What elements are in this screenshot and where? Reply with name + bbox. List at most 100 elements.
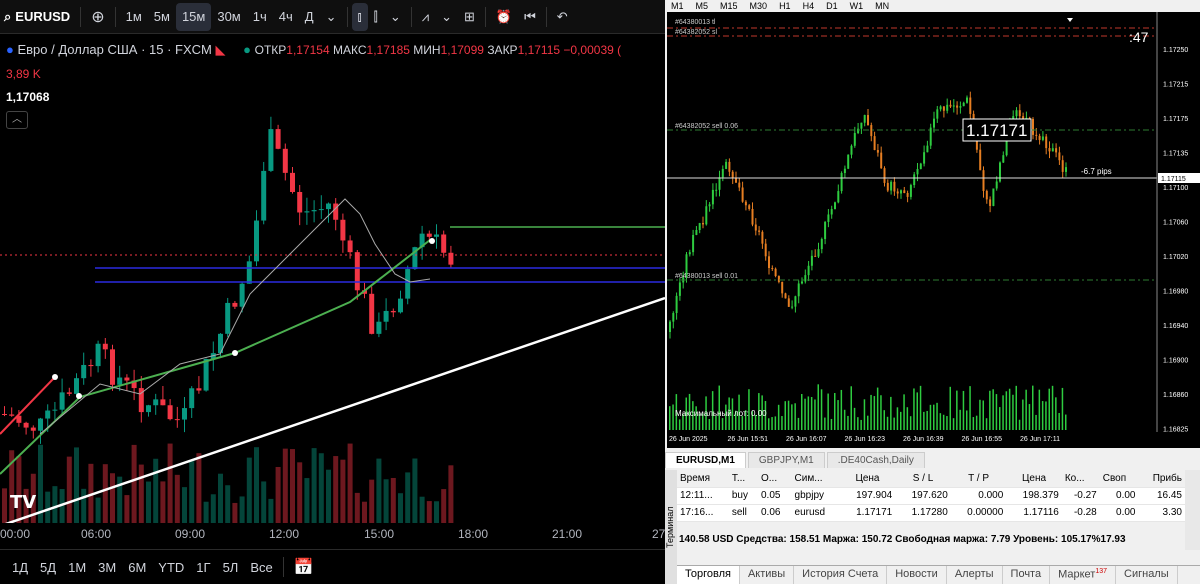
mt-candle-body <box>738 182 741 188</box>
cell-price: 1.17171 <box>839 504 896 522</box>
mt-chart[interactable]: #64380013 tl #64382052 sl #64382052 sell… <box>667 12 1200 448</box>
volume-bar <box>239 496 245 523</box>
symbol-search[interactable]: ⌕ EURUSD <box>0 3 76 31</box>
mt-volume-bar <box>834 393 836 430</box>
volume-bar <box>210 494 216 523</box>
tab-market[interactable]: Маркет137 <box>1050 566 1117 584</box>
col-header[interactable]: Цена <box>1006 470 1062 488</box>
time-tick: 26 Jun 16:55 <box>962 436 1003 443</box>
chart-tab-de40[interactable]: .DE40Cash,Daily <box>826 452 925 468</box>
col-header[interactable]: Прибь <box>1138 470 1185 488</box>
mt-volume-bar <box>1045 401 1047 430</box>
table-row[interactable]: 17:16... sell 0.06 eurusd 1.17171 1.1728… <box>677 504 1185 522</box>
tab-history[interactable]: История Счета <box>794 566 888 584</box>
mt-chart-svg[interactable]: #64380013 tl #64382052 sl #64382052 sell… <box>667 12 1200 448</box>
trend-point[interactable] <box>232 350 238 356</box>
tv-candle-chart[interactable] <box>0 34 665 523</box>
col-header[interactable]: О... <box>757 470 792 488</box>
mt-volume-bar <box>777 404 780 430</box>
alert-icon[interactable]: ⏰ <box>490 3 518 31</box>
col-header[interactable]: Своп <box>1099 470 1139 488</box>
tab-assets[interactable]: Активы <box>740 566 795 584</box>
col-header[interactable]: Время <box>677 470 729 488</box>
bars-icon[interactable]: ⫿ <box>368 3 384 31</box>
interval-4h[interactable]: 4ч <box>273 3 299 31</box>
col-header[interactable]: Сим... <box>791 470 840 488</box>
tf-w1[interactable]: W1 <box>850 1 864 11</box>
shift-marker-icon[interactable] <box>1067 18 1073 22</box>
trend-point[interactable] <box>52 374 58 380</box>
mt-candle-body <box>728 161 731 172</box>
tf-m15[interactable]: M15 <box>720 1 738 11</box>
candle-body <box>59 392 65 410</box>
chart-tab-gbpjpy[interactable]: GBPJPY,M1 <box>747 452 825 468</box>
add-symbol-icon[interactable]: ⊕ <box>85 3 110 31</box>
col-header[interactable]: Цена <box>839 470 896 488</box>
range-1m[interactable]: 1М <box>68 560 86 575</box>
go-to-date-icon[interactable]: 📅 <box>294 557 314 577</box>
tab-mail[interactable]: Почта <box>1003 566 1051 584</box>
trend-point[interactable] <box>429 238 435 244</box>
tf-d1[interactable]: D1 <box>826 1 838 11</box>
tf-m5[interactable]: M5 <box>696 1 709 11</box>
undo-icon[interactable]: ↶ <box>551 3 574 31</box>
interval-5m[interactable]: 5м <box>148 3 176 31</box>
range-ytd[interactable]: YTD <box>158 560 184 575</box>
table-scrollbar[interactable] <box>1185 470 1200 550</box>
col-header[interactable]: T / P <box>950 470 1007 488</box>
range-all[interactable]: Все <box>250 560 272 575</box>
mt-volume-bar <box>946 416 948 430</box>
chart-tab-eurusd[interactable]: EURUSD,M1 <box>665 452 746 468</box>
replay-icon[interactable]: ⏮ <box>518 3 542 31</box>
mt-candle-body <box>966 97 968 103</box>
mt-volume-bar <box>768 418 770 430</box>
chart-type-dropdown-icon[interactable]: ⌄ <box>384 3 407 31</box>
tf-mn[interactable]: MN <box>875 1 889 11</box>
range-3m[interactable]: 3М <box>98 560 116 575</box>
mt-volume-bar <box>1025 389 1027 430</box>
cell-current: 198.379 <box>1006 487 1062 505</box>
interval-15m[interactable]: 15м <box>175 2 212 31</box>
layout-icon[interactable]: ⊞ <box>458 3 481 31</box>
mt-volume-bar <box>1022 399 1024 430</box>
tf-h4[interactable]: H4 <box>803 1 815 11</box>
tab-alerts[interactable]: Алерты <box>947 566 1003 584</box>
table-row[interactable]: 12:11... buy 0.05 gbpjpy 197.904 197.620… <box>677 487 1185 505</box>
col-header[interactable]: Ко... <box>1061 470 1100 488</box>
mt-volume-bar <box>1038 389 1041 430</box>
col-header[interactable]: Т... <box>728 470 758 488</box>
tf-m30[interactable]: M30 <box>750 1 768 11</box>
time-tick: 00:00 <box>0 527 31 541</box>
interval-d[interactable]: Д <box>299 3 320 31</box>
time-tick: 26 Jun 16:39 <box>903 436 944 443</box>
range-5d[interactable]: 5Д <box>40 560 56 575</box>
range-1y[interactable]: 1Г <box>196 560 210 575</box>
col-header[interactable]: S / L <box>895 470 951 488</box>
interval-30m[interactable]: 30м <box>211 3 246 31</box>
tab-news[interactable]: Новости <box>887 566 947 584</box>
mt-candle-body <box>695 229 698 235</box>
volume-bar <box>196 453 202 523</box>
indicators-dropdown-icon[interactable]: ⌄ <box>435 3 458 31</box>
mt-volume-bar <box>1035 414 1037 430</box>
range-6m[interactable]: 6М <box>128 560 146 575</box>
range-1d[interactable]: 1Д <box>12 560 28 575</box>
mt-volume-bar <box>975 415 978 430</box>
range-5y[interactable]: 5Л <box>223 560 239 575</box>
trend-point[interactable] <box>76 393 82 399</box>
interval-1h[interactable]: 1ч <box>247 3 273 31</box>
collapse-icon[interactable]: ︿ <box>6 111 28 129</box>
candle-body <box>23 422 29 428</box>
indicator-price: 1,17068 <box>6 90 50 104</box>
mt-candle-body <box>718 177 721 190</box>
candle-body <box>146 405 151 413</box>
tab-trade[interactable]: Торговля <box>677 566 740 584</box>
tf-m1[interactable]: M1 <box>671 1 684 11</box>
tf-h1[interactable]: H1 <box>779 1 791 11</box>
interval-1m[interactable]: 1м <box>120 3 148 31</box>
top-order-label: #64380013 tl <box>675 19 716 26</box>
interval-dropdown-icon[interactable]: ⌄ <box>320 3 343 31</box>
indicators-icon[interactable]: ⩘ <box>416 3 435 31</box>
candles-icon[interactable]: ⫾ <box>351 2 368 31</box>
tab-signals[interactable]: Сигналы <box>1116 566 1178 584</box>
